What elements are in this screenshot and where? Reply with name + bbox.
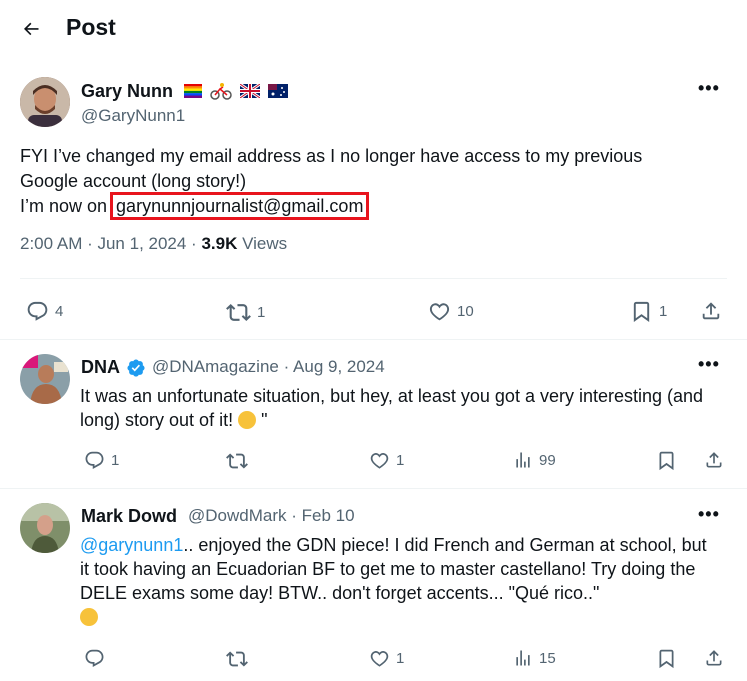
bookmark-count: 1 xyxy=(659,303,668,320)
views-count: 3.9K xyxy=(201,234,238,253)
post-metadata: 2:00 AM · Jun 1, 2024 · 3.9K Views xyxy=(20,234,287,254)
uk-flag-icon xyxy=(240,84,260,98)
handle-and-date[interactable]: @DNAmagazine · Aug 9, 2024 xyxy=(152,357,385,377)
share-button[interactable] xyxy=(704,648,724,668)
bookmark-button[interactable]: 1 xyxy=(630,300,667,323)
page-header: Post xyxy=(0,0,747,62)
mention-link[interactable]: @garynunn1 xyxy=(80,535,183,555)
share-icon xyxy=(706,650,722,666)
reply-text-suffix: " xyxy=(256,410,268,430)
bookmark-icon xyxy=(633,301,650,322)
verified-badge-icon xyxy=(127,359,145,377)
more-options-icon[interactable]: ••• xyxy=(698,504,720,525)
author-name[interactable]: DNA xyxy=(81,357,120,378)
highlighted-email[interactable]: garynunnjournalist@gmail.com xyxy=(110,192,370,220)
reply-text: It was an unfortunate situation, but hey… xyxy=(80,384,720,432)
reply-button[interactable]: 4 xyxy=(26,300,63,323)
analytics-icon xyxy=(516,650,530,666)
rainbow-flag-icon xyxy=(184,84,202,98)
reply-text: @garynunn1.. enjoyed the GDN piece! I di… xyxy=(80,533,720,629)
divider xyxy=(0,488,747,489)
avatar[interactable] xyxy=(20,354,70,404)
repost-button[interactable]: 1 xyxy=(226,300,265,325)
handle-and-date[interactable]: @DowdMark · Feb 10 xyxy=(188,506,355,526)
repost-count: 1 xyxy=(257,304,266,321)
views-button[interactable]: 99 xyxy=(513,450,556,470)
author-name[interactable]: Mark Dowd xyxy=(81,506,177,527)
bookmark-button[interactable] xyxy=(656,450,677,471)
share-button[interactable] xyxy=(700,300,722,322)
divider xyxy=(0,339,747,340)
repost-button[interactable] xyxy=(226,648,248,670)
like-button[interactable]: 1 xyxy=(369,450,404,471)
post-text: FYI I’ve changed my email address as I n… xyxy=(20,144,720,220)
post-text-line2: Google account (long story!) xyxy=(20,171,247,191)
reply-count: 4 xyxy=(55,303,64,320)
like-count: 1 xyxy=(396,650,405,667)
author-name[interactable]: Gary Nunn xyxy=(81,81,173,102)
page-title: Post xyxy=(66,14,116,40)
divider xyxy=(20,278,727,279)
cyclist-icon xyxy=(210,83,232,100)
repost-button[interactable] xyxy=(226,450,248,472)
reply-text-body: It was an unfortunate situation, but hey… xyxy=(80,386,704,430)
reply-button[interactable] xyxy=(84,648,105,669)
arrow-left-icon xyxy=(24,22,39,36)
post-text-line3-prefix: I’m now on xyxy=(20,196,113,216)
views-label: Views xyxy=(237,234,288,253)
bookmark-icon xyxy=(659,451,674,471)
heart-icon xyxy=(370,651,389,667)
repost-icon xyxy=(226,651,248,667)
post-text-line1: FYI I’ve changed my email address as I n… xyxy=(20,146,643,166)
author-handle[interactable]: @GaryNunn1 xyxy=(81,106,185,126)
views-count: 99 xyxy=(539,451,556,469)
bookmark-button[interactable] xyxy=(656,648,677,669)
back-button[interactable] xyxy=(18,16,44,42)
avatar[interactable] xyxy=(20,503,70,553)
reply-button[interactable]: 1 xyxy=(84,450,119,471)
reply-icon xyxy=(85,451,104,469)
repost-icon xyxy=(226,304,251,321)
post-text-line3: I’m now on garynunnjournalist@gmail.com xyxy=(20,192,720,220)
share-icon xyxy=(706,452,722,468)
views-button[interactable]: 15 xyxy=(513,648,556,668)
share-icon xyxy=(702,302,720,320)
post-timestamp[interactable]: 2:00 AM · Jun 1, 2024 · xyxy=(20,234,201,253)
like-button[interactable]: 1 xyxy=(369,648,404,669)
avatar[interactable] xyxy=(20,77,70,127)
australia-flag-icon xyxy=(268,84,288,98)
analytics-icon xyxy=(516,452,530,468)
like-count: 10 xyxy=(457,303,474,320)
reply-icon xyxy=(85,649,104,667)
more-options-icon[interactable]: ••• xyxy=(698,354,720,375)
hand-over-mouth-emoji-icon xyxy=(238,411,257,429)
name-emojis xyxy=(184,82,288,100)
reply-icon xyxy=(27,301,48,321)
views-count: 15 xyxy=(539,649,556,667)
share-button[interactable] xyxy=(704,450,724,470)
repost-icon xyxy=(226,453,248,469)
bookmark-icon xyxy=(659,649,674,669)
heart-icon xyxy=(370,453,389,469)
reply-count: 1 xyxy=(111,452,120,469)
more-options-icon[interactable]: ••• xyxy=(698,78,720,99)
heart-icon xyxy=(429,303,450,321)
zany-face-emoji-icon xyxy=(80,608,98,626)
like-button[interactable]: 10 xyxy=(428,300,474,323)
like-count: 1 xyxy=(396,452,405,469)
